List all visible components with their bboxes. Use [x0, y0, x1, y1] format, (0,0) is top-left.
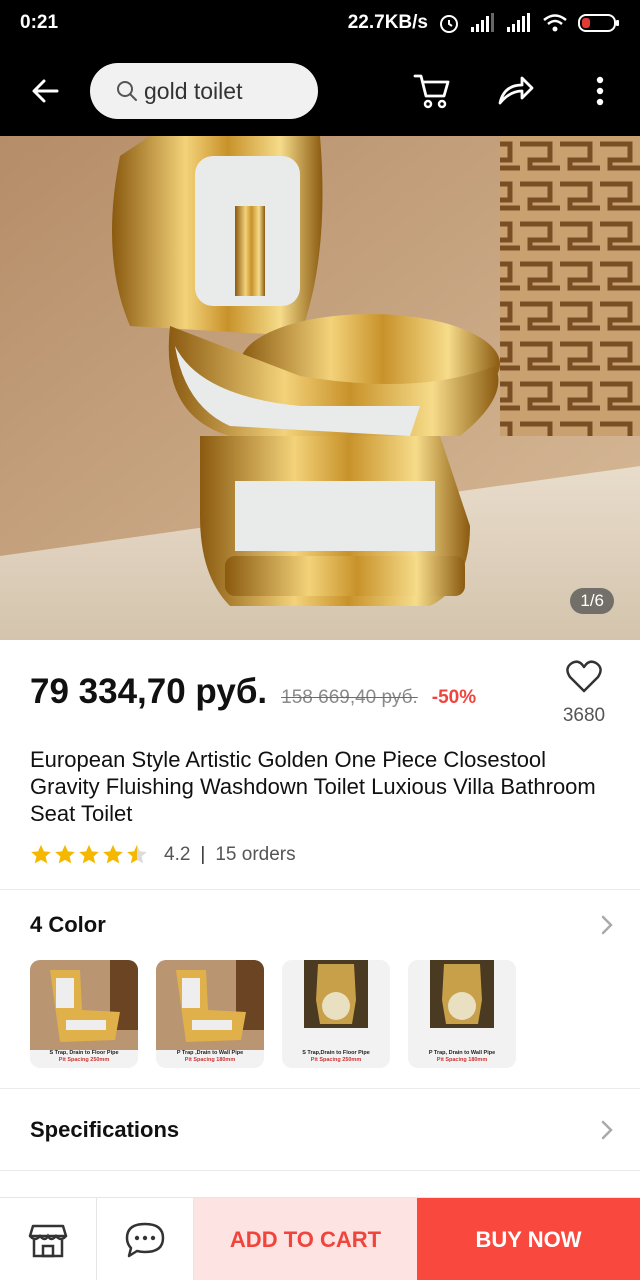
search-query: gold toilet [144, 77, 243, 104]
status-bar: 0:21 22.7KB/s [0, 0, 640, 46]
color-option-image [408, 960, 516, 1050]
wishlist-button[interactable]: 3680 [548, 660, 620, 727]
color-option[interactable]: S Trap, Drain to Floor Pipe Pit Spacing 2… [30, 960, 138, 1068]
store-button[interactable] [0, 1198, 97, 1280]
image-counter: 1/6 [570, 588, 614, 614]
wishlist-count: 3680 [562, 705, 606, 726]
back-button[interactable] [0, 46, 90, 136]
orders-count: 15 orders [215, 844, 296, 865]
rating-row[interactable]: 4.2 | 15 orders [30, 844, 296, 866]
rating-separator: | [200, 844, 206, 865]
chat-button[interactable] [97, 1198, 194, 1280]
signal-icon [507, 13, 530, 32]
color-option-line1: S Trap,Drain to Floor Pipe [302, 1050, 370, 1056]
network-speed: 22.7KB/s [347, 12, 428, 33]
battery-icon [578, 14, 619, 32]
cart-button[interactable] [402, 46, 462, 136]
bottom-action-bar: ADD TO CART BUY NOW [0, 1197, 640, 1280]
divider [0, 1088, 640, 1089]
divider [0, 889, 640, 890]
chevron-right-icon[interactable] [600, 1119, 614, 1141]
price-row: 79 334,70 руб. 158 669,40 руб. -50% [30, 672, 476, 712]
more-vertical-icon [596, 76, 604, 106]
heart-icon [566, 660, 602, 693]
product-title: European Style Artistic Golden One Piece… [30, 747, 596, 826]
color-option[interactable]: P Trap, Drain to Wall Pipe Pit Spacing 18… [408, 960, 516, 1068]
product-image-gallery[interactable]: 1/6 [0, 136, 640, 640]
add-to-cart-button[interactable]: ADD TO CART [194, 1198, 417, 1280]
color-option-line1: P Trap ,Drain to Wall Pipe [176, 1050, 244, 1056]
specifications-title[interactable]: Specifications [30, 1117, 179, 1143]
store-icon [28, 1224, 68, 1257]
color-option-image [30, 960, 138, 1050]
status-time: 0:21 [20, 12, 59, 33]
color-option-line2: Pit Spacing 180mm [184, 1057, 236, 1063]
color-option-image [282, 960, 390, 1050]
color-option-line1: S Trap, Drain to Floor Pipe [49, 1050, 119, 1056]
rating-stars [30, 844, 148, 866]
buy-now-button[interactable]: BUY NOW [417, 1198, 640, 1280]
color-option-line1: P Trap, Drain to Wall Pipe [428, 1050, 496, 1056]
discount-badge: -50% [431, 687, 477, 708]
color-section-title[interactable]: 4 Color [30, 912, 106, 938]
share-icon [498, 76, 534, 105]
search-input[interactable]: gold toilet [90, 63, 318, 119]
star-icon [103, 844, 123, 864]
alarm-icon [440, 15, 458, 33]
back-arrow-icon [32, 79, 59, 103]
search-icon [117, 81, 137, 101]
star-icon [79, 844, 99, 864]
more-button[interactable] [570, 46, 630, 136]
color-option[interactable]: S Trap,Drain to Floor Pipe Pit Spacing 25… [282, 960, 390, 1068]
color-option-line2: Pit Spacing 250mm [310, 1057, 362, 1063]
chevron-right-icon[interactable] [600, 914, 614, 936]
divider [0, 1170, 640, 1171]
wifi-icon [543, 14, 567, 32]
color-option[interactable]: P Trap ,Drain to Wall Pipe Pit Spacing 18… [156, 960, 264, 1068]
half-star-icon [127, 844, 147, 864]
color-option-line2: Pit Spacing 250mm [58, 1057, 110, 1063]
signal-icon [471, 13, 494, 32]
rating-value: 4.2 [164, 844, 191, 865]
current-price: 79 334,70 руб. [30, 672, 268, 711]
original-price: 158 669,40 руб. [281, 687, 418, 708]
product-image [0, 136, 640, 640]
color-option-image [156, 960, 264, 1050]
color-option-line2: Pit Spacing 180mm [436, 1057, 488, 1063]
star-icon [55, 844, 75, 864]
star-icon [31, 844, 51, 864]
chat-icon [125, 1222, 165, 1257]
color-options: S Trap, Drain to Floor Pipe Pit Spacing 2… [30, 960, 516, 1068]
app-header: gold toilet [0, 46, 640, 136]
cart-icon [413, 74, 450, 109]
share-button[interactable] [486, 46, 546, 136]
